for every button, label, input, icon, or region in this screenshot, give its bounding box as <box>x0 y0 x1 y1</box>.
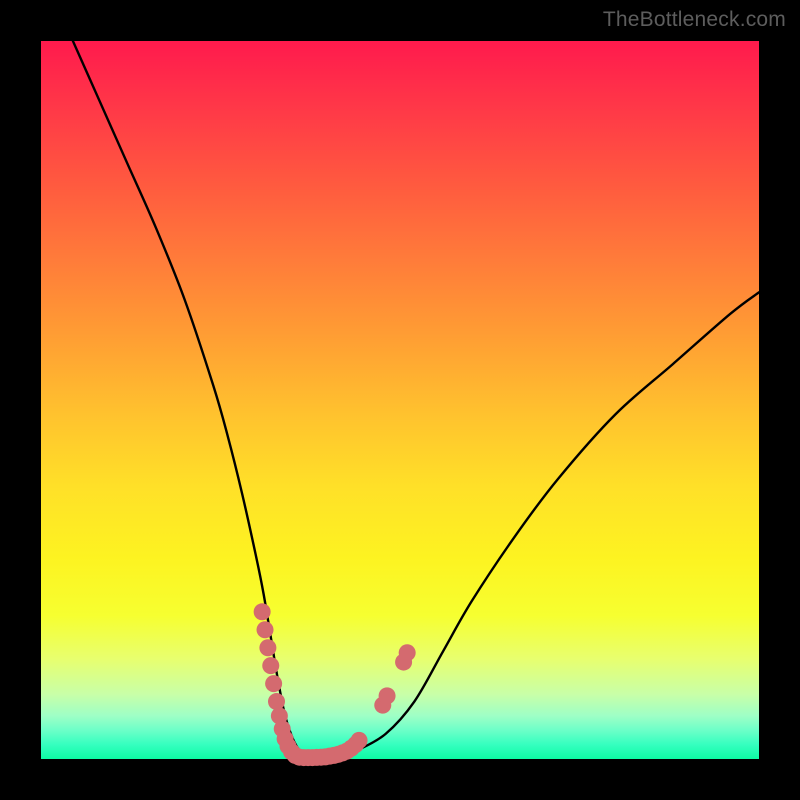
curve-marker <box>351 732 368 749</box>
chart-plot-area <box>41 41 759 759</box>
curve-marker <box>399 644 416 661</box>
curve-marker <box>262 657 279 674</box>
curve-marker <box>268 693 285 710</box>
chart-svg <box>41 41 759 759</box>
chart-frame: TheBottleneck.com <box>0 0 800 800</box>
curve-marker <box>254 603 271 620</box>
curve-marker <box>259 639 276 656</box>
curve-marker <box>265 675 282 692</box>
watermark-text: TheBottleneck.com <box>603 8 786 32</box>
curve-marker <box>257 621 274 638</box>
curve-markers <box>254 603 416 766</box>
curve-marker <box>379 687 396 704</box>
